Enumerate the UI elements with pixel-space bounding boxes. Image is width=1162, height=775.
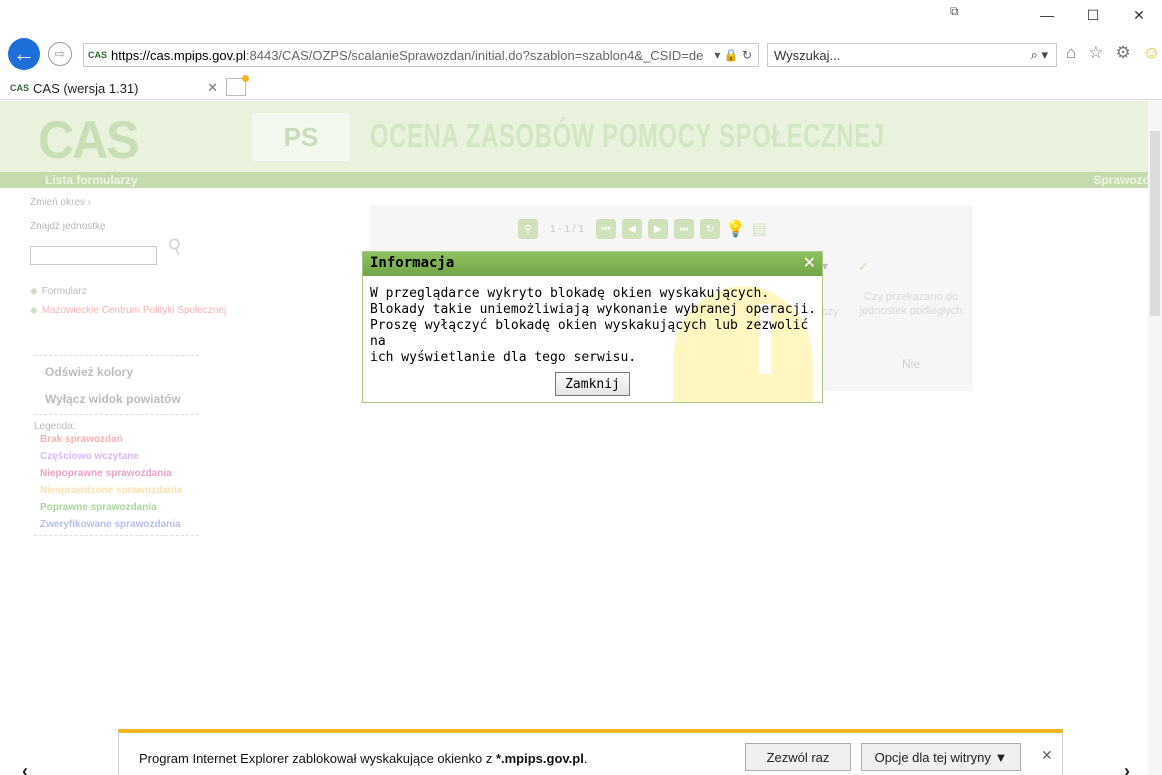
favorites-star-icon[interactable]: ☆: [1088, 43, 1103, 63]
allow-once-button[interactable]: Zezwól raz: [745, 743, 851, 771]
divider: [34, 535, 199, 536]
column-header-fragment: czy: [822, 306, 839, 318]
cas-logo: CAS: [38, 110, 140, 170]
scroll-left-icon[interactable]: ‹: [22, 761, 28, 775]
dialog-message: W przeglądarce wykryto blokadę okien wys…: [370, 286, 820, 366]
find-unit-label: Znajdź jednostkę: [30, 221, 106, 232]
dialog-titlebar: Informacja ✕: [363, 252, 822, 276]
url-path: :8443/CAS/OZPS/scalanieSprawozdan/initia…: [245, 47, 704, 63]
change-period-link[interactable]: Zmień okres ›: [30, 197, 91, 208]
nav-form-list[interactable]: Lista formularzy: [45, 173, 138, 187]
scroll-right-icon[interactable]: ›: [1124, 761, 1130, 775]
tree-item-unit[interactable]: ◆ Mazowieckie Centrum Polityki Społecznej: [30, 305, 226, 316]
legend-item: Poprawne sprawozdania: [40, 502, 157, 513]
prev-page-button[interactable]: ◀: [621, 219, 642, 239]
notification-text-prefix: Program Internet Explorer zablokował wys…: [139, 751, 496, 766]
dialog-message-line: ich wyświetlanie dla tego serwisu.: [370, 350, 637, 365]
refresh-colors-button[interactable]: Odśwież kolory: [45, 365, 133, 379]
forward-button[interactable]: ⇨: [48, 42, 72, 66]
minimize-button[interactable]: —: [1024, 0, 1070, 30]
site-favicon: CAS: [88, 50, 108, 60]
print-icon[interactable]: ▤: [752, 219, 767, 239]
tree-item-label: Formularz: [41, 286, 87, 297]
dialog-close-icon[interactable]: ✕: [803, 253, 816, 273]
table-toolbar: ⚲ 1 - 1 / 1 ⏮ ◀ ▶ ⏭ ↻ 💡 ▤: [518, 219, 767, 239]
search-icon[interactable]: ⚲: [518, 219, 538, 239]
disable-counties-button[interactable]: Wyłącz widok powiatów: [45, 392, 181, 406]
home-icon[interactable]: ⌂: [1066, 43, 1076, 63]
maximize-button[interactable]: ☐: [1070, 0, 1116, 30]
address-bar-icons[interactable]: ▾ 🔒 ↻: [714, 48, 758, 62]
pager-text: 1 - 1 / 1: [550, 223, 584, 235]
arrow-right-icon: ⇨: [54, 46, 66, 61]
legend-item: Częściowo wczytane: [40, 451, 139, 462]
notification-text: Program Internet Explorer zablokował wys…: [139, 751, 587, 766]
window-controls: — ☐ ✕: [1024, 0, 1162, 40]
dialog-message-line: W przeglądarce wykryto blokadę okien wys…: [370, 286, 770, 301]
nav-reports[interactable]: Sprawozd: [1093, 173, 1150, 187]
find-unit-icon[interactable]: ⚲: [164, 232, 186, 261]
dialog-title: Informacja: [370, 255, 455, 271]
page-title: OCENA ZASOBÓW POMOCY SPOŁECZNEJ: [370, 117, 885, 154]
back-button[interactable]: ←: [8, 38, 40, 70]
address-bar[interactable]: CAS https://cas.mpips.gov.pl:8443/CAS/OZ…: [83, 43, 759, 67]
dialog-message-line: Blokady takie uniemożliwiają wykonanie w…: [370, 302, 817, 317]
table-cell-value: Nie: [901, 357, 920, 371]
window-titlebar: [0, 0, 1162, 40]
diamond-icon: ◆: [30, 286, 38, 297]
find-unit-input[interactable]: [30, 246, 157, 265]
column-header-transferred: Czy przekazano do jednostek podległych: [859, 291, 963, 317]
dialog-message-line: Proszę wyłączyć blokadę okien wyskakując…: [370, 318, 809, 349]
search-input[interactable]: Wyszukaj... ⌕ ▾: [767, 43, 1057, 67]
lightbulb-icon[interactable]: 💡: [726, 219, 746, 239]
next-page-button[interactable]: ▶: [647, 219, 668, 239]
vertical-scrollbar-thumb[interactable]: [1150, 131, 1160, 316]
close-dialog-button[interactable]: Zamknij: [555, 372, 630, 396]
tab-favicon: CAS: [10, 83, 30, 93]
url-host: https://cas.mpips.gov.pl: [111, 47, 246, 63]
divider: [34, 414, 199, 415]
diamond-icon: ◆: [30, 305, 38, 316]
arrow-left-icon: ←: [13, 41, 35, 66]
popup-blocked-notification: Program Internet Explorer zablokował wys…: [118, 729, 1063, 775]
search-icon[interactable]: ⌕ ▾: [1031, 47, 1056, 63]
gear-icon[interactable]: ⚙: [1116, 43, 1131, 63]
close-window-button[interactable]: ✕: [1116, 0, 1162, 30]
chevron-down-icon[interactable]: ▾: [822, 259, 852, 277]
notification-domain: *.mpips.gov.pl: [495, 751, 584, 766]
legend-item: Niesprawdzone sprawozdania: [40, 485, 183, 496]
page-content: CAS PS OCENA ZASOBÓW POMOCY SPOŁECZNEJ L…: [0, 101, 1162, 775]
last-page-button[interactable]: ⏭: [673, 219, 694, 239]
check-icon[interactable]: ✓: [858, 259, 869, 275]
nav-bar: [0, 172, 1162, 188]
tablet-mode-icon[interactable]: ⧉: [950, 4, 959, 19]
search-placeholder: Wyszukaj...: [774, 47, 841, 63]
first-page-button[interactable]: ⏮: [595, 219, 616, 239]
tab-cas[interactable]: CAS CAS (wersja 1.31) ✕: [10, 76, 224, 100]
tab-title: CAS (wersja 1.31): [33, 80, 139, 96]
notification-text-suffix: .: [583, 751, 588, 766]
tab-close-button[interactable]: ✕: [207, 80, 224, 96]
info-dialog: Informacja ✕ W przeglądarce wykryto blok…: [362, 251, 823, 403]
tree-item-label: Mazowieckie Centrum Polityki Społecznej: [41, 305, 227, 316]
site-options-button[interactable]: Opcje dla tej witryny ▼: [861, 743, 1021, 771]
close-notification-icon[interactable]: ✕: [1041, 747, 1053, 764]
browser-toolbar-icons: ⌂ ☆ ⚙ ☺: [1066, 43, 1160, 63]
tree-item-form[interactable]: ◆ Formularz: [30, 286, 87, 297]
legend-item: Zweryfikowane sprawozdania: [40, 519, 181, 530]
legend-title: Legenda:: [34, 421, 76, 432]
divider: [34, 355, 199, 356]
refresh-icon[interactable]: ↻: [699, 219, 720, 239]
module-badge: PS: [252, 113, 350, 161]
smiley-icon[interactable]: ☺: [1143, 43, 1160, 63]
legend-item: Brak sprawozdań: [40, 434, 123, 445]
legend-item: Niepoprawne sprawozdania: [40, 468, 172, 479]
new-tab-button[interactable]: [226, 75, 249, 96]
